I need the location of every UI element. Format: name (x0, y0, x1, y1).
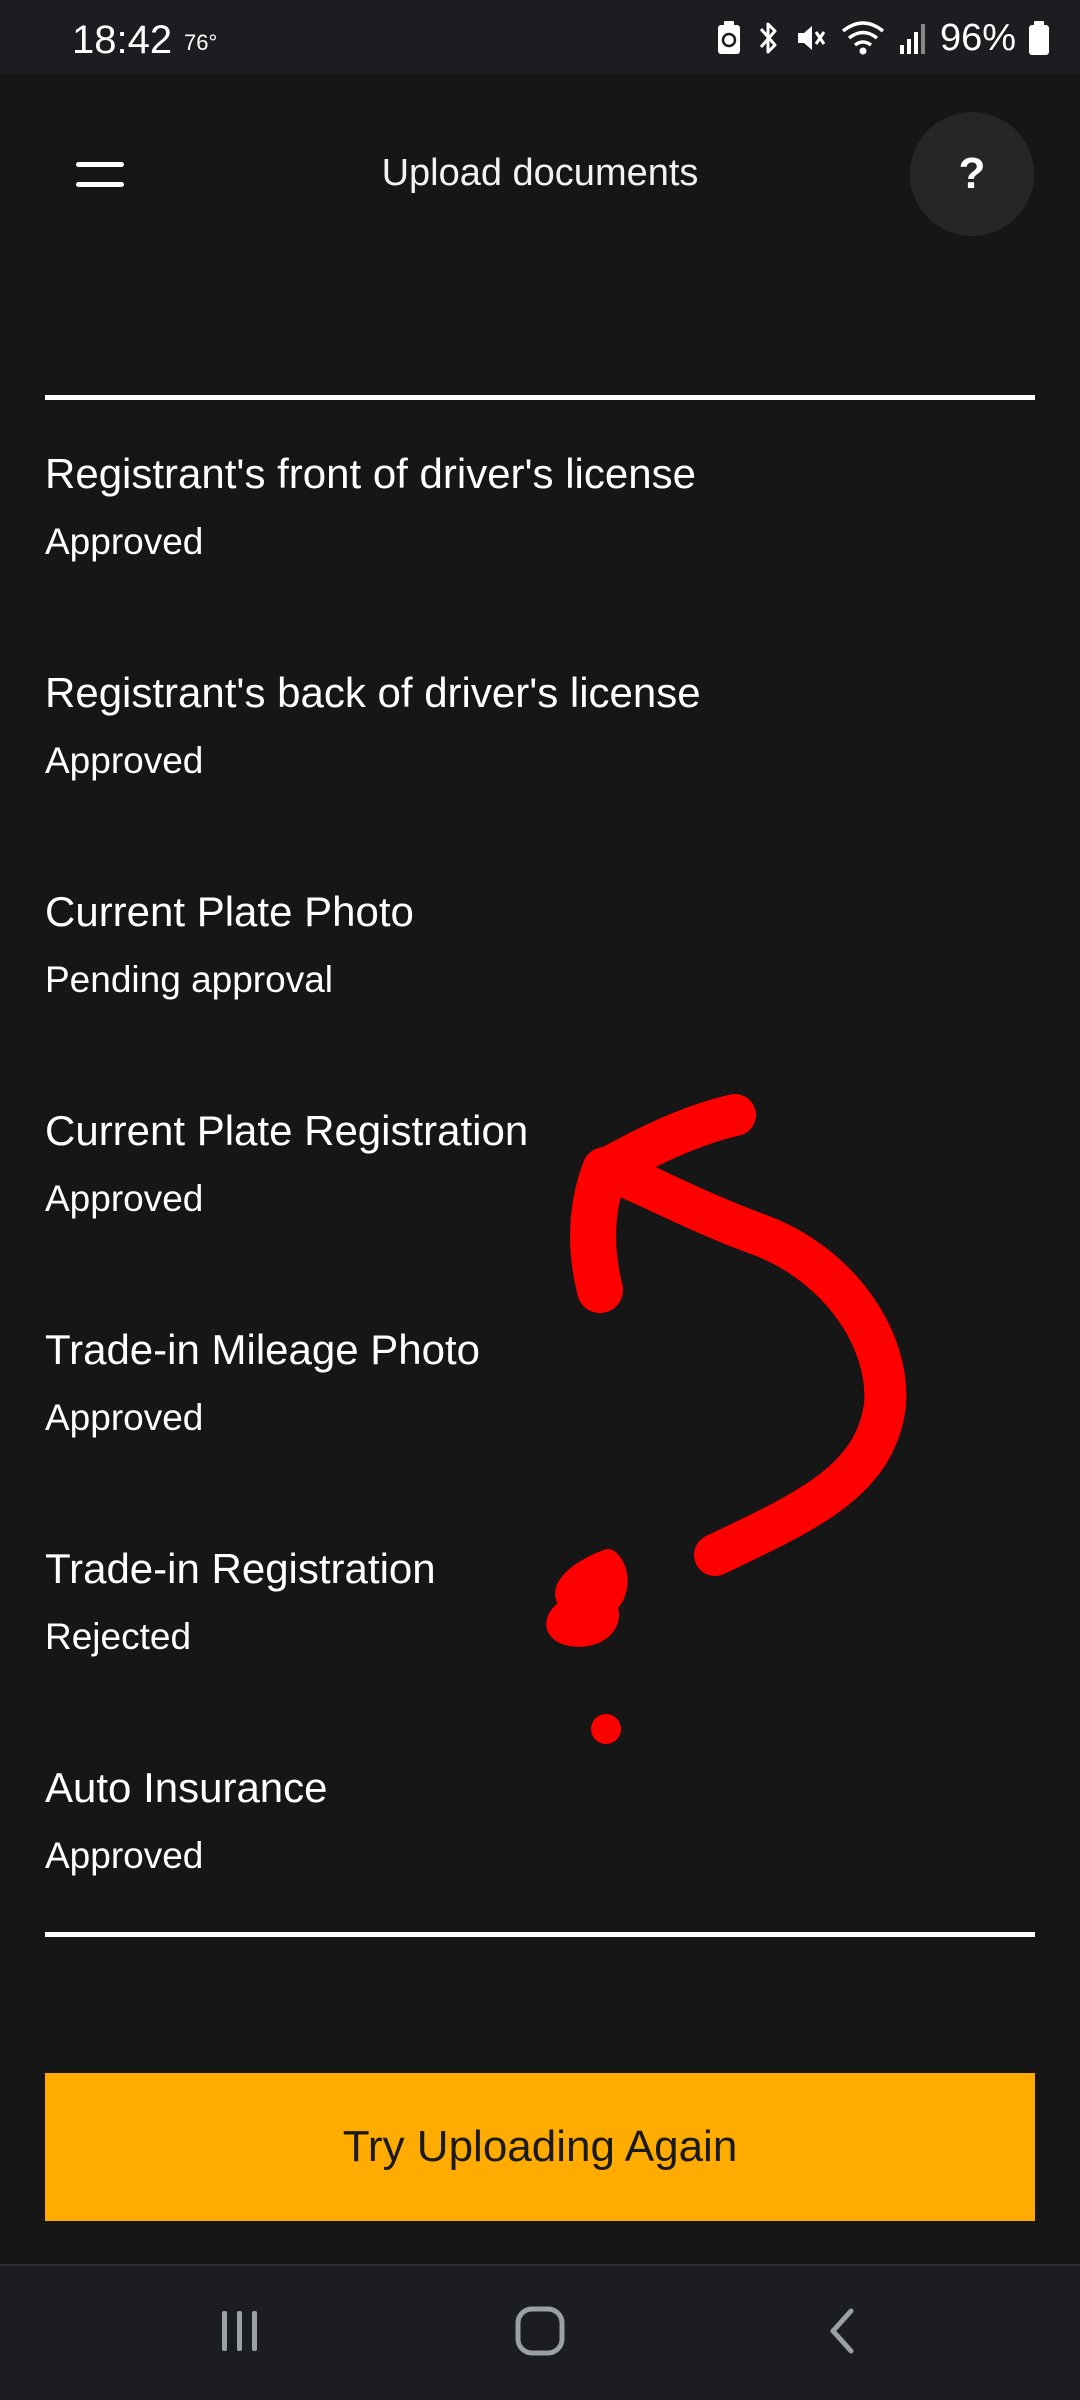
document-status: Approved (45, 1178, 204, 1219)
document-title: Auto Insurance (45, 1764, 328, 1811)
document-title: Trade-in Registration (45, 1545, 436, 1592)
document-status: Rejected (45, 1616, 192, 1657)
document-title: Current Plate Photo (45, 888, 414, 935)
home-icon[interactable] (495, 2296, 585, 2366)
wifi-icon (841, 21, 885, 55)
document-status: Approved (45, 740, 204, 781)
status-icons: 96% (716, 16, 1050, 60)
battery-percent: 96% (939, 16, 1016, 59)
document-title: Registrant's back of driver's license (45, 669, 701, 716)
document-list: Registrant's front of driver's license A… (45, 400, 1035, 1933)
bluetooth-icon (759, 22, 777, 54)
document-item[interactable]: Registrant's front of driver's license A… (45, 400, 1035, 619)
document-status: Pending approval (45, 959, 333, 1000)
navigation-bar (0, 2266, 1080, 2400)
status-temperature: 76° (184, 30, 218, 55)
document-item[interactable]: Current Plate Registration Approved (45, 1057, 1035, 1276)
document-title: Trade-in Mileage Photo (45, 1326, 481, 1373)
battery-icon (1029, 21, 1049, 55)
help-question-icon: ? (958, 149, 986, 198)
document-status: Approved (45, 1397, 204, 1438)
status-bar: 18:42 76° 96% (0, 0, 1080, 74)
document-item[interactable]: Auto Insurance Approved (45, 1714, 1035, 1933)
bottom-divider (45, 1932, 1035, 1937)
document-item[interactable]: Registrant's back of driver's license Ap… (45, 619, 1035, 838)
app-bar: Upload documents ? (0, 74, 1080, 274)
document-status: Approved (45, 521, 204, 562)
recent-apps-icon[interactable] (195, 2296, 285, 2366)
battery-saver-icon (717, 21, 740, 54)
document-title: Current Plate Registration (45, 1107, 529, 1154)
help-button[interactable]: ? (910, 112, 1034, 236)
document-status: Approved (45, 1835, 204, 1876)
try-uploading-again-button[interactable]: Try Uploading Again (45, 2073, 1035, 2221)
document-title: Registrant's front of driver's license (45, 450, 696, 497)
back-icon[interactable] (798, 2296, 888, 2366)
status-time: 18:42 (72, 18, 173, 62)
document-item[interactable]: Trade-in Registration Rejected (45, 1495, 1035, 1714)
document-item[interactable]: Current Plate Photo Pending approval (45, 838, 1035, 1057)
signal-icon (899, 24, 925, 54)
mute-icon (797, 26, 826, 50)
document-item[interactable]: Trade-in Mileage Photo Approved (45, 1276, 1035, 1495)
